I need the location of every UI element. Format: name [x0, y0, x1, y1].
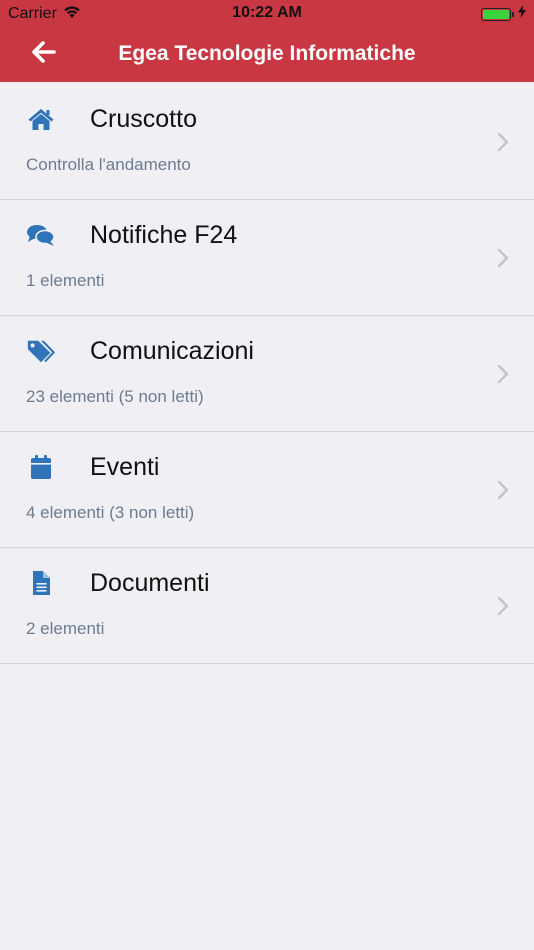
menu-item-eventi[interactable]: Eventi 4 elementi (3 non letti)	[0, 432, 534, 548]
menu-item-cruscotto[interactable]: Cruscotto Controlla l'andamento	[0, 84, 534, 200]
menu-item-notifiche-f24[interactable]: Notifiche F24 1 elementi	[0, 200, 534, 316]
home-icon	[26, 106, 56, 132]
chevron-right-icon	[496, 132, 510, 152]
app-screen: Carrier 10:22 AM Egea Tecnologie Informa…	[0, 0, 534, 950]
charging-bolt-icon	[518, 5, 526, 23]
navigation-bar: Carrier 10:22 AM Egea Tecnologie Informa…	[0, 0, 534, 82]
menu-item-subtitle: 1 elementi	[26, 271, 105, 290]
status-bar-right	[481, 4, 526, 24]
chevron-right-icon	[496, 596, 510, 616]
battery-level	[483, 9, 509, 19]
page-title: Egea Tecnologie Informatiche	[118, 42, 416, 65]
status-time: 10:22 AM	[232, 4, 302, 21]
comments-icon	[26, 222, 56, 248]
menu-item-subtitle: 23 elementi (5 non letti)	[26, 387, 204, 406]
battery-icon	[481, 7, 514, 21]
menu-list: Cruscotto Controlla l'andamento Notifich…	[0, 84, 534, 664]
menu-item-comunicazioni[interactable]: Comunicazioni 23 elementi (5 non letti)	[0, 316, 534, 432]
chevron-right-icon	[496, 364, 510, 384]
menu-item-subtitle: Controlla l'andamento	[26, 155, 191, 174]
menu-item-title: Documenti	[90, 569, 210, 597]
menu-item-title: Comunicazioni	[90, 337, 254, 365]
tags-icon	[26, 338, 56, 364]
menu-item-subtitle: 4 elementi (3 non letti)	[26, 503, 195, 522]
menu-item-title: Cruscotto	[90, 105, 197, 133]
chevron-right-icon	[496, 480, 510, 500]
document-icon	[26, 570, 56, 596]
menu-item-title: Notifiche F24	[90, 221, 238, 249]
menu-item-subtitle: 2 elementi	[26, 619, 105, 638]
menu-item-documenti[interactable]: Documenti 2 elementi	[0, 548, 534, 664]
menu-item-title: Eventi	[90, 453, 160, 481]
chevron-right-icon	[496, 248, 510, 268]
calendar-icon	[26, 454, 56, 480]
